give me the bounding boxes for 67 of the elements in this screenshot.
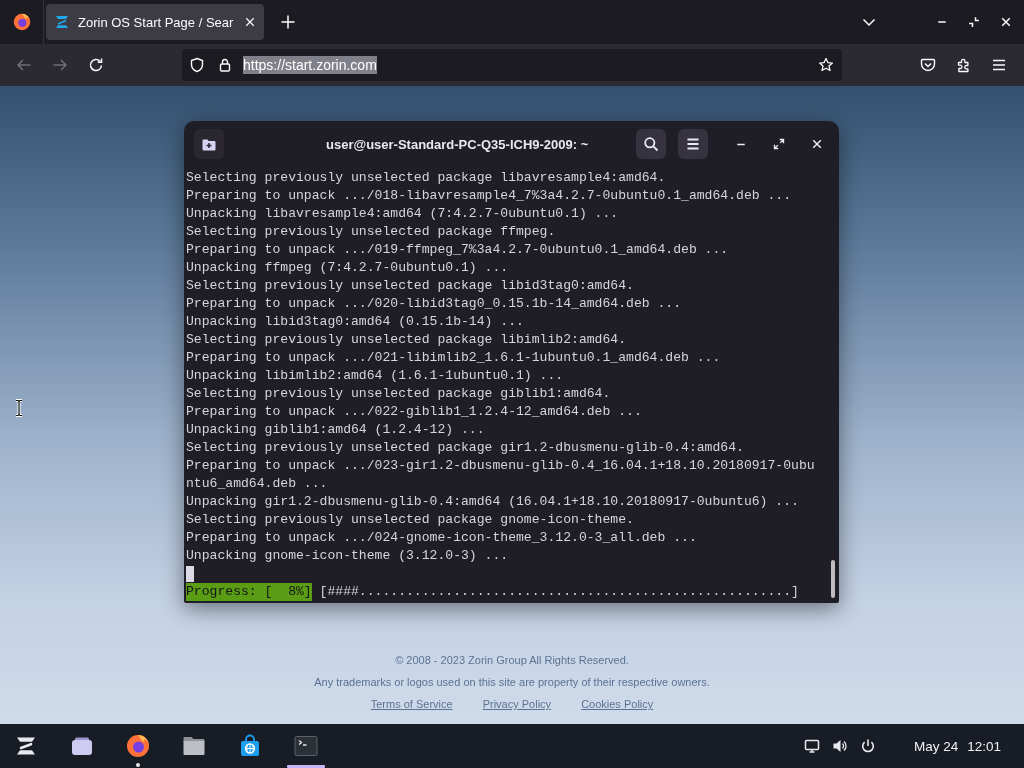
search-button[interactable] xyxy=(636,129,666,159)
logo-icon xyxy=(54,14,70,30)
terminal-line: Selecting previously unselected package giblib1:amd64. xyxy=(186,385,612,403)
expand-icon xyxy=(773,138,785,150)
address-bar[interactable]: https://start.zorin.com xyxy=(182,49,842,81)
plus-icon xyxy=(280,14,296,30)
menu-icon xyxy=(991,57,1007,73)
terminal-line: ntu6_amd64.deb ... xyxy=(186,475,329,493)
url-text[interactable]: https://start.zorin.com xyxy=(243,56,377,74)
footer-link[interactable]: Privacy Policy xyxy=(482,693,552,715)
terminal-line: Unpacking libavresample4:amd64 (7:4.2.7-0ubuntu0.1) ... xyxy=(186,205,620,223)
shield-chevron-icon xyxy=(920,57,936,73)
terminal-line: Selecting previously unselected package gir1.2-dbusmenu-glib-0.4:amd64. xyxy=(186,439,745,457)
terminal-line: Selecting previously unselected package libavresample4:amd64. xyxy=(186,169,667,187)
date-text[interactable]: May 24 xyxy=(913,738,959,754)
terminal-line: Preparing to unpack .../024-gnome-icon-theme_3.12.0-3_all.deb ... xyxy=(186,529,698,547)
browser-logo-icon xyxy=(126,734,150,758)
restore-icon xyxy=(968,16,980,28)
close-icon xyxy=(1000,16,1012,28)
star-icon[interactable] xyxy=(818,57,834,73)
terminal-line: Preparing to unpack .../021-libimlib2_1.6.1-1ubuntu0.1_amd64.deb ... xyxy=(186,349,722,367)
reload-icon xyxy=(88,57,104,73)
terminal-icon xyxy=(294,734,318,758)
terminal-line: Unpacking gir1.2-dbusmenu-glib-0.4:amd64 (16.04.1+18.10.20180917-0ubuntu6) ... xyxy=(186,493,800,511)
forward-arrow-icon xyxy=(52,57,68,73)
block-cursor-icon xyxy=(186,566,194,582)
terminal-line: Preparing to unpack .../022-giblib1_1.2.4-12_amd64.deb ... xyxy=(186,403,643,421)
menu-button[interactable] xyxy=(678,129,708,159)
progress-text: [####.......................................................] xyxy=(319,583,799,601)
browser-logo-icon xyxy=(12,13,31,31)
terminal-line: Selecting previously unselected package gnome-icon-theme. xyxy=(186,511,635,529)
terminal-line: Unpacking giblib1:amd64 (1.2.4-12) ... xyxy=(186,421,486,439)
new-tab-button[interactable] xyxy=(194,129,224,159)
terminal-line: Unpacking libimlib2:amd64 (1.6.1-1ubuntu0.1) ... xyxy=(186,367,565,385)
terminal-line: Selecting previously unselected package libid3tag0:amd64. xyxy=(186,277,635,295)
search-icon xyxy=(643,136,659,152)
terminal-line: Selecting previously unselected package ffmpeg. xyxy=(186,223,557,241)
footer-link[interactable]: Terms of Service xyxy=(370,693,453,715)
terminal-line: Selecting previously unselected package libimlib2:amd64. xyxy=(186,331,628,349)
shopping-bag-icon xyxy=(238,734,262,758)
progress-label: Progress: [ 8%] xyxy=(186,583,312,601)
power-icon[interactable] xyxy=(859,738,876,754)
trademark-notice: Any trademarks or logos used on this site are property of their respective owners. xyxy=(314,675,710,690)
footer-link[interactable]: Cookies Policy xyxy=(581,693,654,715)
terminal-line: Unpacking libid3tag0:amd64 (0.15.1b-14) ... xyxy=(186,313,525,331)
back-arrow-icon xyxy=(16,57,32,73)
time-text[interactable]: 12:01 xyxy=(967,738,1001,754)
copyright-text: © 2008 - 2023 Zorin Group All Rights Reserved. xyxy=(395,653,629,668)
browser-tab[interactable]: Zorin OS Start Page / Sear xyxy=(46,4,264,40)
window-title: user@user-Standard-PC-Q35-ICH9-2009: ~ xyxy=(326,136,589,152)
i-beam-cursor-icon xyxy=(14,399,24,417)
volume-icon[interactable] xyxy=(831,738,848,754)
lock-icon[interactable] xyxy=(217,57,233,73)
terminal-line: Unpacking ffmpeg (7:4.2.7-0ubuntu0.1) ... xyxy=(186,259,510,277)
display-icon[interactable] xyxy=(803,738,820,754)
terminal-line: Preparing to unpack .../023-gir1.2-dbusmenu-glib-0.4_16.04.1+18.10.20180917-0ubu xyxy=(186,457,816,475)
menu-icon xyxy=(685,136,701,152)
close-icon xyxy=(811,138,823,150)
terminal-line: Preparing to unpack .../020-libid3tag0_0.15.1b-14_amd64.deb ... xyxy=(186,295,683,313)
close-icon[interactable] xyxy=(244,16,256,28)
scrollbar-thumb[interactable] xyxy=(831,560,835,598)
terminal-line: Preparing to unpack .../019-ffmpeg_7%3a4.2.7-0ubuntu0.1_amd64.deb ... xyxy=(186,241,730,259)
puzzle-icon xyxy=(956,57,972,73)
folder-icon xyxy=(182,734,206,758)
terminal-line: Unpacking gnome-icon-theme (3.12.0-3) ... xyxy=(186,547,510,565)
terminal-line: Preparing to unpack .../018-libavresample4_7%3a4.2.7-0ubuntu0.1_amd64.deb ... xyxy=(186,187,793,205)
shield-icon[interactable] xyxy=(189,57,205,73)
